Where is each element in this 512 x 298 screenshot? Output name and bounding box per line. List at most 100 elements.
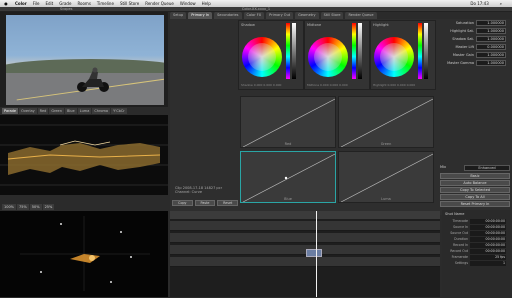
menu-timeline[interactable]: Timeline — [97, 0, 114, 7]
scope-tab-overlay[interactable]: Overlay — [19, 108, 37, 114]
shadow-hue-bar[interactable] — [286, 23, 290, 79]
clip-info: Clip 2008-17-18 14827 pcr Channel: Curve — [175, 186, 241, 200]
scope-tab-red[interactable]: Red — [37, 108, 49, 114]
shot-row-label: Source Out — [450, 231, 468, 235]
tab-primary-in[interactable]: Primary In — [188, 12, 213, 19]
blue-curve-box[interactable]: Blue — [240, 151, 336, 203]
midtone-wheel-label: Midtone — [307, 23, 322, 27]
scope-tab-ycbcr[interactable]: Y'CbCr — [111, 108, 127, 114]
param-value[interactable]: 1.000000 — [476, 28, 506, 34]
shot-row-label: Source In — [453, 225, 468, 229]
viewer-image — [6, 15, 164, 105]
shot-info-title: Shot Name — [445, 212, 465, 216]
param-shadow-sat: Shadow Sat. 1.000000 — [442, 35, 510, 43]
param-label: Saturation — [455, 21, 474, 25]
scope-tab-green[interactable]: Green — [49, 108, 64, 114]
scope-tab-parade[interactable]: Parade — [2, 108, 19, 114]
reset-primary-in-button[interactable]: Reset Primary In — [440, 201, 510, 207]
shadow-wheel-box: Shadow Shadow 0.000 0.000 0.000 — [238, 20, 304, 90]
scope-tab-blue[interactable]: Blue — [64, 108, 77, 114]
param-value[interactable]: 1.000000 — [476, 36, 506, 42]
shot-row-value[interactable]: 00:00:00:00 — [470, 230, 506, 236]
copy-to-selected-button[interactable]: Copy To Selected — [440, 187, 510, 193]
shadow-color-wheel[interactable] — [242, 37, 282, 77]
paste-button[interactable]: Paste — [194, 200, 216, 206]
param-label: Highlight Sat. — [450, 29, 474, 33]
menu-rooms[interactable]: Rooms — [77, 0, 90, 7]
waveform-trace — [0, 124, 168, 186]
tab-render-queue[interactable]: Render Queue — [345, 12, 377, 19]
scope-tab-chroma[interactable]: Chroma — [92, 108, 111, 114]
green-curve-box[interactable]: Green — [338, 96, 434, 148]
shadow-luma-bar[interactable] — [292, 23, 296, 79]
highlight-color-wheel[interactable] — [374, 37, 414, 77]
copy-button[interactable]: Copy — [172, 200, 193, 206]
vectorscope — [0, 211, 168, 297]
param-value[interactable]: 1.000000 — [476, 20, 506, 26]
midtone-color-wheel[interactable] — [308, 37, 348, 77]
param-master-lift: Master Lift 0.000000 — [442, 43, 510, 51]
midtone-luma-bar[interactable] — [358, 23, 362, 79]
menu-file[interactable]: File — [33, 0, 40, 7]
shot-row-label: Framerate — [451, 255, 468, 259]
vectorscope-tab-100[interactable]: 100% — [2, 204, 17, 210]
shot-row-value[interactable]: 00:00:00:00 — [470, 248, 506, 254]
luma-curve-box[interactable]: Luma — [338, 151, 434, 203]
mix-row: Mix Enhanced — [440, 165, 510, 171]
menu-app[interactable]: Color — [15, 0, 27, 7]
menu-edit[interactable]: Edit — [45, 0, 53, 7]
param-value[interactable]: 0.000000 — [476, 44, 506, 50]
mix-select[interactable]: Enhanced — [464, 165, 510, 171]
apple-menu-icon[interactable]: ● — [3, 0, 9, 7]
motorcycle-rider-image — [77, 67, 109, 92]
vectorscope-tab-75[interactable]: 75% — [17, 204, 29, 210]
shot-row-value[interactable]: 25 fps — [470, 254, 506, 260]
shot-row-value[interactable]: 1 — [470, 260, 506, 266]
timeline[interactable] — [170, 211, 440, 297]
shot-row-value[interactable]: 00:00:00:00 — [470, 242, 506, 248]
tab-still-store[interactable]: Still Store — [320, 12, 344, 19]
timeline-track[interactable] — [170, 233, 440, 243]
basic-button[interactable]: Basic — [440, 173, 510, 179]
shot-row-value[interactable]: 00:00:00:00 — [470, 218, 506, 224]
highlight-hue-bar[interactable] — [418, 23, 422, 79]
highlight-luma-bar[interactable] — [424, 23, 428, 79]
menu-still-store[interactable]: Still Store — [120, 0, 139, 7]
tab-secondaries[interactable]: Secondaries — [214, 12, 242, 19]
clock: Do 17:43 — [470, 1, 489, 6]
tab-primary-out[interactable]: Primary Out — [266, 12, 294, 19]
auto-balance-button[interactable]: Auto Balance — [440, 180, 510, 186]
timeline-clip[interactable] — [306, 249, 322, 257]
reset-button[interactable]: Reset — [217, 200, 239, 206]
param-value[interactable]: 1.000000 — [476, 60, 506, 66]
shot-row-value[interactable]: 00:00:00:00 — [470, 236, 506, 242]
tab-color-fx[interactable]: Color FX — [243, 12, 265, 19]
menu-window[interactable]: Window — [180, 0, 196, 7]
timeline-ruler[interactable] — [170, 211, 440, 219]
spotlight-icon[interactable]: ⌕ — [500, 0, 502, 7]
highlight-wheel-label: Highlight — [373, 23, 389, 27]
vectorscope-tab-25[interactable]: 25% — [42, 204, 55, 210]
param-value[interactable]: 1.000000 — [476, 52, 506, 58]
shot-row-value[interactable]: 00:00:00:00 — [470, 224, 506, 230]
tab-geometry[interactable]: Geometry — [295, 12, 319, 19]
playhead[interactable] — [316, 211, 317, 297]
highlight-wheel-stats: Highlight 0.000 0.000 0.000 — [373, 83, 416, 87]
tab-setup[interactable]: Setup — [170, 12, 187, 19]
room-tabs: Setup Primary In Secondaries Color FX Pr… — [170, 12, 420, 19]
timeline-track[interactable] — [170, 221, 440, 231]
timeline-track[interactable] — [170, 245, 440, 255]
timeline-track[interactable] — [170, 257, 440, 267]
menu-render-queue[interactable]: Render Queue — [145, 0, 174, 7]
param-master-gamma: Master Gamma 1.000000 — [442, 59, 510, 67]
vectorscope-tab-50[interactable]: 50% — [29, 204, 42, 210]
menu-grade[interactable]: Grade — [59, 0, 71, 7]
copy-to-all-button[interactable]: Copy To All — [440, 194, 510, 200]
scope-tab-luma[interactable]: Luma — [77, 108, 92, 114]
menu-help[interactable]: Help — [202, 0, 211, 7]
vectorscope-trace — [20, 216, 150, 291]
waveform-scope — [0, 115, 168, 195]
red-curve-box[interactable]: Red — [240, 96, 336, 148]
midtone-hue-bar[interactable] — [352, 23, 356, 79]
midtone-wheel-stats: Midtone 0.000 0.000 0.000 — [307, 83, 348, 87]
